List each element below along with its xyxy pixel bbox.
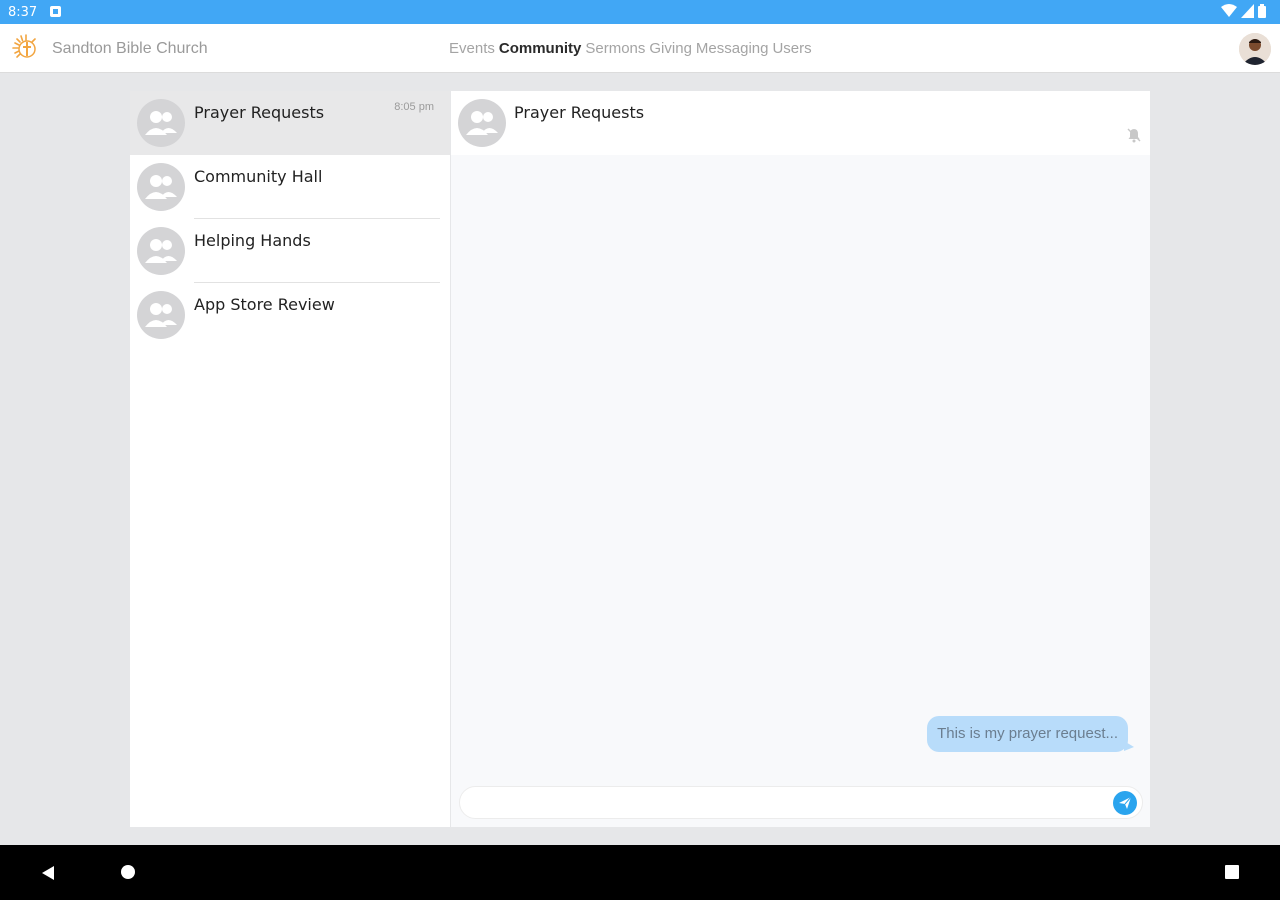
conversation-item[interactable]: Prayer Requests 8:05 pm: [130, 91, 450, 155]
message-composer: [459, 786, 1143, 819]
chat-header: Prayer Requests: [451, 91, 1150, 155]
send-button[interactable]: [1113, 791, 1137, 815]
conversation-item[interactable]: App Store Review: [130, 283, 450, 347]
message-input[interactable]: [472, 793, 1092, 813]
nav-community[interactable]: Community: [499, 40, 582, 57]
app-bar: Sandton Bible Church Events Community Se…: [0, 24, 1280, 73]
status-bar: 8:37: [0, 0, 1280, 24]
conversation-name: App Store Review: [194, 295, 335, 314]
conversation-name: Helping Hands: [194, 231, 311, 250]
system-icons: [1221, 4, 1266, 18]
status-time: 8:37: [8, 5, 38, 20]
church-logo-icon[interactable]: [10, 32, 42, 64]
home-icon[interactable]: [121, 865, 135, 879]
conversation-item[interactable]: Helping Hands: [130, 219, 450, 283]
back-icon[interactable]: [40, 865, 56, 881]
recents-icon[interactable]: [1225, 865, 1239, 879]
conversation-item[interactable]: Community Hall: [130, 155, 450, 219]
group-avatar-icon: [137, 163, 185, 211]
notification-icon: [50, 6, 61, 17]
nav-sermons[interactable]: Sermons: [585, 40, 645, 57]
group-avatar-icon: [137, 227, 185, 275]
conversation-list: Prayer Requests 8:05 pm Community Hall H…: [130, 91, 450, 827]
system-nav-bar: [0, 845, 1280, 900]
group-avatar-icon: [458, 99, 506, 147]
group-avatar-icon: [137, 291, 185, 339]
nav-giving[interactable]: Giving: [649, 40, 692, 57]
conversation-name: Community Hall: [194, 167, 323, 186]
nav-events[interactable]: Events: [449, 40, 495, 57]
group-avatar-icon: [137, 99, 185, 147]
conversation-name: Prayer Requests: [194, 103, 325, 122]
bell-off-icon[interactable]: [1126, 127, 1142, 143]
chat-title: Prayer Requests: [514, 103, 645, 122]
nav-users[interactable]: Users: [772, 40, 811, 57]
brand-name: Sandton Bible Church: [52, 40, 208, 57]
chat-panel: Prayer Requests This is my prayer reques…: [451, 91, 1150, 827]
nav-messaging[interactable]: Messaging: [696, 40, 769, 57]
message-bubble-outgoing[interactable]: This is my prayer request...: [927, 716, 1128, 752]
user-avatar[interactable]: [1239, 33, 1271, 65]
battery-icon: [1258, 4, 1266, 18]
wifi-icon: [1221, 4, 1237, 17]
message-bubble-tail: [1124, 741, 1134, 751]
conversation-time: 8:05 pm: [394, 101, 434, 113]
main-nav: Events Community Sermons Giving Messagin…: [449, 40, 812, 57]
signal-icon: [1241, 4, 1254, 18]
send-icon: [1119, 796, 1132, 809]
